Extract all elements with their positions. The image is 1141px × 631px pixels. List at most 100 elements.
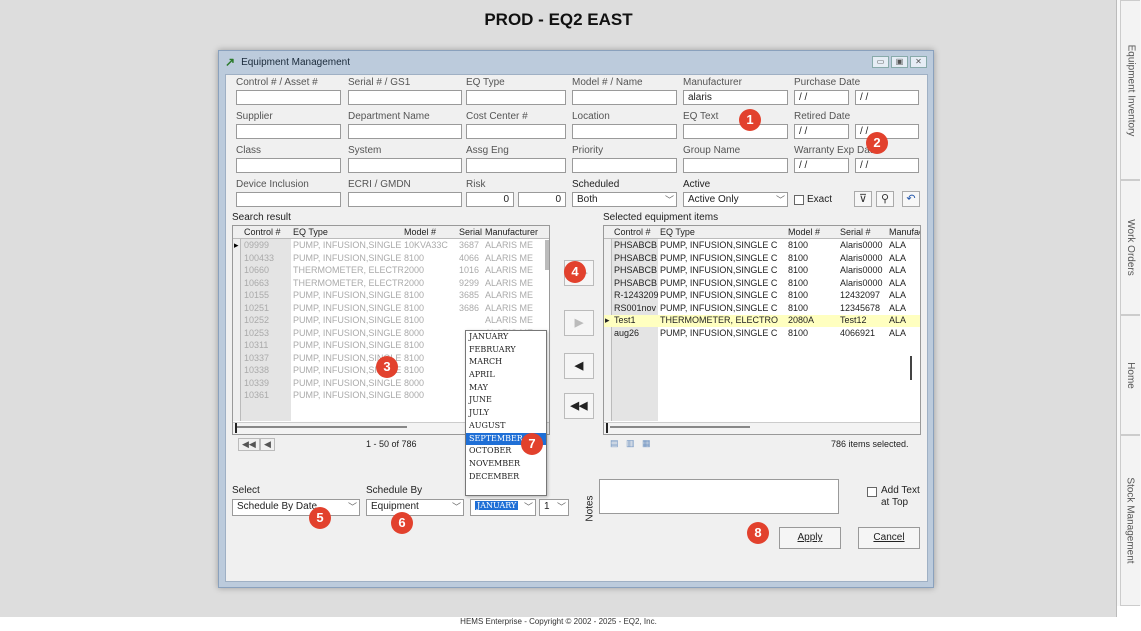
table-row[interactable]: PHSABCB PUMP, INFUSION,SINGLE C 8100 Alaris… — [604, 240, 920, 252]
risk-from-input[interactable]: 0 — [466, 192, 514, 207]
warranty-exp-to[interactable]: / / — [855, 158, 919, 173]
manufacturer-input[interactable]: alaris — [683, 90, 788, 105]
month-option[interactable]: MAY — [466, 382, 546, 395]
col-serial[interactable]: Serial — [459, 227, 482, 237]
table-row[interactable]: 10663 THERMOMETER, ELECTRO 2000 9299 ALARIS … — [233, 278, 549, 290]
table-row[interactable]: PHSABCB PUMP, INFUSION,SINGLE C 8100 Alaris… — [604, 278, 920, 290]
search-icon[interactable]: ⚲ — [876, 191, 894, 207]
table-row[interactable]: 10660 THERMOMETER, ELECTRO 2000 1016 ALARIS … — [233, 265, 549, 277]
day-dropdown[interactable]: 1 — [539, 499, 569, 516]
risk-to-input[interactable]: 0 — [518, 192, 566, 207]
eq-text-input[interactable] — [683, 124, 788, 139]
warranty-exp-from[interactable]: / / — [794, 158, 849, 173]
tab-work-orders[interactable]: Work Orders — [1120, 180, 1140, 315]
purchase-date-from[interactable]: / / — [794, 90, 849, 105]
assg-eng-input[interactable] — [466, 158, 566, 173]
print-icon[interactable]: ▥ — [626, 438, 635, 449]
col-eq-type[interactable]: EQ Type — [293, 227, 328, 237]
table-row[interactable]: 10251 PUMP, INFUSION,SINGLE 8100 3686 ALARIS… — [233, 303, 549, 315]
table-row[interactable]: Test1 THERMOMETER, ELECTRO 2080A Test12 ALA ▸ — [604, 315, 920, 327]
month-option[interactable]: AUGUST — [466, 420, 546, 433]
retired-date-to[interactable]: / / — [855, 124, 919, 139]
model-name-input[interactable] — [572, 90, 677, 105]
col-serial[interactable]: Serial # — [840, 227, 871, 237]
scheduled-select[interactable]: Both — [572, 192, 677, 207]
supplier-input[interactable] — [236, 124, 341, 139]
tab-label: Stock Management — [1125, 477, 1137, 564]
add-text-top-checkbox[interactable] — [867, 487, 877, 497]
table-row[interactable]: R-1243209 PUMP, INFUSION,SINGLE C 8100 1243… — [604, 290, 920, 302]
department-name-input[interactable] — [348, 124, 462, 139]
retired-date-from[interactable]: / / — [794, 124, 849, 139]
document-icon[interactable]: ▦ — [642, 438, 651, 449]
month-option[interactable]: JANUARY — [466, 331, 546, 344]
cost-center-input[interactable] — [466, 124, 566, 139]
eq-type-input[interactable] — [466, 90, 566, 105]
vertical-scrollbar[interactable] — [910, 356, 912, 380]
cancel-button[interactable]: Cancel — [858, 527, 920, 549]
col-model[interactable]: Model # — [788, 227, 820, 237]
table-row[interactable]: PHSABCB PUMP, INFUSION,SINGLE C 8100 Alaris… — [604, 253, 920, 265]
table-row[interactable]: 100433 PUMP, INFUSION,SINGLE 8100 4066 ALARI… — [233, 253, 549, 265]
month-option[interactable]: JULY — [466, 407, 546, 420]
table-cell: PHSABCB — [614, 252, 658, 263]
selected-count: 786 items selected. — [831, 439, 909, 449]
filter-icon[interactable]: ⊽ — [854, 191, 872, 207]
table-row[interactable]: PHSABCB PUMP, INFUSION,SINGLE C 8100 Alaris… — [604, 265, 920, 277]
col-control[interactable]: Control # — [244, 227, 281, 237]
exact-checkbox[interactable] — [794, 195, 804, 205]
table-row[interactable]: 09999 PUMP, INFUSION,SINGLE 10KVA33C 3687 AL… — [233, 240, 549, 252]
move-all-left-button[interactable]: ◀◀ — [564, 393, 594, 419]
select-dropdown[interactable]: Schedule By Date — [232, 499, 360, 516]
month-dropdown-list[interactable]: JANUARY FEBRUARY MARCH APRIL MAY JUNE JULY AUGU… — [465, 330, 547, 496]
apply-button[interactable]: Apply — [779, 527, 841, 549]
device-inclusion-input[interactable] — [236, 192, 341, 207]
table-row[interactable]: aug26 PUMP, INFUSION,SINGLE C 8100 4066921 A… — [604, 328, 920, 340]
group-name-input[interactable] — [683, 158, 788, 173]
first-page-button[interactable]: ◀◀ — [238, 438, 260, 451]
tab-home[interactable]: Home — [1120, 315, 1140, 435]
move-left-button[interactable]: ◀ — [564, 353, 594, 379]
col-control[interactable]: Control # — [614, 227, 651, 237]
month-option[interactable]: MARCH — [466, 356, 546, 369]
close-button[interactable]: ✕ — [910, 56, 927, 68]
window-titlebar[interactable]: ↗ Equipment Management ▭ ▣ ✕ — [219, 51, 933, 73]
col-manufacturer[interactable]: Manufacturer — [485, 227, 538, 237]
purchase-date-to[interactable]: / / — [855, 90, 919, 105]
prev-page-button[interactable]: ◀ — [260, 438, 275, 451]
month-option[interactable]: APRIL — [466, 369, 546, 382]
month-option[interactable]: FEBRUARY — [466, 344, 546, 357]
col-manufacturer[interactable]: Manufacturer — [889, 227, 920, 237]
priority-label: Priority — [572, 145, 604, 156]
tab-equipment-inventory[interactable]: Equipment Inventory — [1120, 0, 1140, 180]
class-input[interactable] — [236, 158, 341, 173]
maximize-button[interactable]: ▣ — [891, 56, 908, 68]
month-dropdown[interactable]: JANUARY — [470, 499, 536, 516]
month-option[interactable]: JUNE — [466, 394, 546, 407]
horizontal-scrollbar[interactable] — [604, 422, 920, 434]
vertical-scrollbar[interactable] — [545, 240, 549, 270]
schedule-by-dropdown[interactable]: Equipment — [366, 499, 464, 516]
table-row[interactable]: 10155 PUMP, INFUSION,SINGLE 8100 3685 ALARIS… — [233, 290, 549, 302]
priority-input[interactable] — [572, 158, 677, 173]
system-input[interactable] — [348, 158, 462, 173]
location-input[interactable] — [572, 124, 677, 139]
table-row[interactable]: 10252 PUMP, INFUSION,SINGLE 8100 ALARIS ME — [233, 315, 549, 327]
col-eq-type[interactable]: EQ Type — [660, 227, 695, 237]
undo-icon[interactable]: ↶ — [902, 191, 920, 207]
serial-input[interactable] — [348, 90, 462, 105]
active-select[interactable]: Active Only — [683, 192, 788, 207]
month-option[interactable]: NOVEMBER — [466, 458, 546, 471]
annotation-badge-6: 6 — [391, 512, 413, 534]
ecri-gmdn-input[interactable] — [348, 192, 462, 207]
tab-stock-management[interactable]: Stock Management — [1120, 435, 1140, 606]
table-cell: PUMP, INFUSION,SINGLE — [293, 240, 402, 250]
minimize-button[interactable]: ▭ — [872, 56, 889, 68]
col-model[interactable]: Model # — [404, 227, 436, 237]
table-row[interactable]: RS001nov PUMP, INFUSION,SINGLE C 8100 12345… — [604, 303, 920, 315]
control-asset-input[interactable] — [236, 90, 341, 105]
move-right-button[interactable]: ▶ — [564, 310, 594, 336]
notes-input[interactable] — [599, 479, 839, 514]
export-icon[interactable]: ▤ — [610, 438, 619, 449]
month-option[interactable]: DECEMBER — [466, 471, 546, 484]
